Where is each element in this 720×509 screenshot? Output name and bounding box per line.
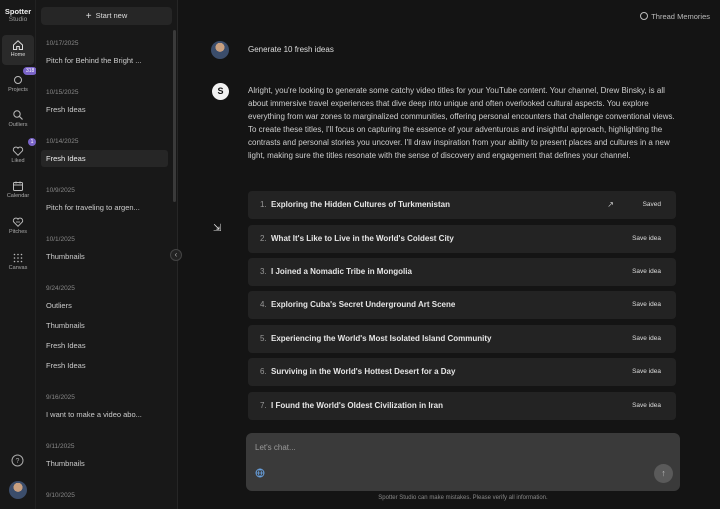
nav-projects-label: Projects: [8, 87, 28, 93]
plus-icon: +: [85, 11, 92, 22]
pitches-icon: [12, 217, 24, 228]
idea-card[interactable]: 6. Surviving in the World's Hottest Dese…: [248, 358, 676, 386]
thread-memories-button[interactable]: Thread Memories: [640, 12, 710, 21]
save-idea-button[interactable]: Save idea: [632, 392, 661, 420]
arrow-up-icon: ↑: [661, 468, 666, 478]
collapse-panel-button[interactable]: ‹: [170, 249, 182, 261]
history-date: 9/11/2025: [46, 443, 75, 450]
open-idea-arrow-icon[interactable]: ↗: [607, 191, 614, 219]
idea-number: 3.: [260, 267, 267, 276]
history-item[interactable]: Thumbnails: [41, 248, 168, 265]
idea-number: 1.: [260, 200, 267, 209]
brand-subname: Studio: [8, 16, 28, 23]
idea-card[interactable]: 1. Exploring the Hidden Cultures of Turk…: [248, 191, 676, 219]
nav-outliers-label: Outliers: [8, 122, 28, 128]
nav-outliers[interactable]: Outliers: [2, 105, 34, 135]
user-message: Generate 10 fresh ideas: [248, 45, 334, 54]
history-date: 10/9/2025: [46, 187, 75, 194]
idea-title: I Found the World's Oldest Civilization …: [271, 401, 443, 410]
projects-icon: [14, 76, 22, 84]
nav-liked-label: Liked: [11, 158, 25, 164]
history-item[interactable]: Outliers: [41, 297, 168, 314]
history-item[interactable]: Fresh Ideas: [41, 357, 168, 374]
nav-pitches-label: Pitches: [8, 229, 28, 235]
assistant-avatar: S: [212, 83, 229, 100]
saved-label: Saved: [642, 201, 661, 208]
history-date: 10/14/2025: [46, 138, 79, 145]
history-date: 10/1/2025: [46, 236, 75, 243]
chat-history-panel: + Start new 10/17/2025 Pitch for Behind t…: [36, 0, 178, 509]
canvas-grid-icon: [13, 253, 23, 263]
history-item[interactable]: I want to make a video abo...: [41, 406, 168, 423]
save-idea-button[interactable]: Save idea: [632, 258, 661, 286]
liked-count-badge: 1: [28, 138, 36, 146]
chevron-left-icon: ‹: [174, 250, 178, 259]
chat-input[interactable]: [255, 443, 555, 452]
heart-icon: [12, 146, 24, 157]
svg-text:?: ?: [16, 458, 20, 465]
idea-card[interactable]: 5. Experiencing the World's Most Isolate…: [248, 325, 676, 353]
save-idea-button[interactable]: Save idea: [632, 358, 661, 386]
history-item[interactable]: Pitch for Behind the Bright ...: [41, 52, 168, 69]
nav-canvas[interactable]: Canvas: [2, 248, 34, 278]
idea-number: 6.: [260, 367, 267, 376]
idea-card[interactable]: 2. What It's Like to Live in the World's…: [248, 225, 676, 253]
user-message-avatar: [211, 41, 229, 59]
chat-composer: ↑: [246, 433, 680, 491]
history-item[interactable]: Thumbnails: [41, 455, 168, 472]
nav-rail: Spotter Studio Home Projects 318 Outlier…: [0, 0, 38, 509]
start-new-label: Start new: [95, 11, 128, 20]
outliers-icon: [13, 110, 23, 120]
nav-home[interactable]: Home: [2, 35, 34, 65]
idea-title: What It's Like to Live in the World's Co…: [271, 234, 454, 243]
help-icon[interactable]: ?: [11, 454, 24, 467]
save-idea-button[interactable]: Save idea: [632, 291, 661, 319]
calendar-icon: [13, 181, 23, 191]
history-date: 9/16/2025: [46, 394, 75, 401]
idea-title: Surviving in the World's Hottest Desert …: [271, 367, 456, 376]
idea-card[interactable]: 3. I Joined a Nomadic Tribe in Mongolia …: [248, 258, 676, 286]
idea-number: 5.: [260, 334, 267, 343]
idea-card[interactable]: 4. Exploring Cuba's Secret Underground A…: [248, 291, 676, 319]
thread-memories-label: Thread Memories: [651, 12, 710, 21]
history-item[interactable]: Pitch for traveling to argen...: [41, 199, 168, 216]
brand-name: Spotter: [4, 7, 32, 16]
home-icon: [13, 40, 23, 50]
nav-calendar-label: Calendar: [6, 193, 30, 199]
mouse-cursor-icon: ⇲: [213, 223, 222, 234]
assistant-message: Alright, you're looking to generate some…: [248, 86, 675, 161]
idea-number: 4.: [260, 300, 267, 309]
globe-icon[interactable]: [255, 468, 265, 478]
disclaimer-text: Spotter Studio can make mistakes. Please…: [378, 495, 548, 501]
start-new-button[interactable]: + Start new: [41, 7, 172, 25]
nav-canvas-label: Canvas: [8, 265, 28, 271]
save-idea-button[interactable]: Save idea: [632, 325, 661, 353]
idea-title: Experiencing the World's Most Isolated I…: [271, 334, 492, 343]
save-idea-button[interactable]: Save idea: [632, 225, 661, 253]
history-date: 9/10/2025: [46, 492, 75, 499]
idea-title: I Joined a Nomadic Tribe in Mongolia: [271, 267, 412, 276]
history-item-active[interactable]: Fresh Ideas: [41, 150, 168, 167]
history-date: 10/15/2025: [46, 89, 79, 96]
history-item[interactable]: Fresh Ideas: [41, 337, 168, 354]
history-item[interactable]: Thumbnails: [41, 317, 168, 334]
history-date: 9/24/2025: [46, 285, 75, 292]
nav-pitches[interactable]: Pitches: [2, 212, 34, 242]
idea-number: 7.: [260, 401, 267, 410]
memory-icon: [640, 12, 649, 20]
history-item[interactable]: Fresh Ideas: [41, 101, 168, 118]
idea-number: 2.: [260, 234, 267, 243]
user-avatar[interactable]: [9, 481, 27, 499]
brand-logo[interactable]: Spotter Studio: [0, 8, 36, 24]
idea-card[interactable]: 7. I Found the World's Oldest Civilizati…: [248, 392, 676, 420]
idea-title: Exploring Cuba's Secret Underground Art …: [271, 300, 456, 309]
send-button[interactable]: ↑: [654, 464, 673, 483]
nav-home-label: Home: [10, 52, 26, 58]
nav-calendar[interactable]: Calendar: [2, 176, 34, 206]
history-date: 10/17/2025: [46, 40, 79, 47]
idea-title: Exploring the Hidden Cultures of Turkmen…: [271, 200, 450, 209]
history-scrollbar[interactable]: [173, 30, 176, 202]
